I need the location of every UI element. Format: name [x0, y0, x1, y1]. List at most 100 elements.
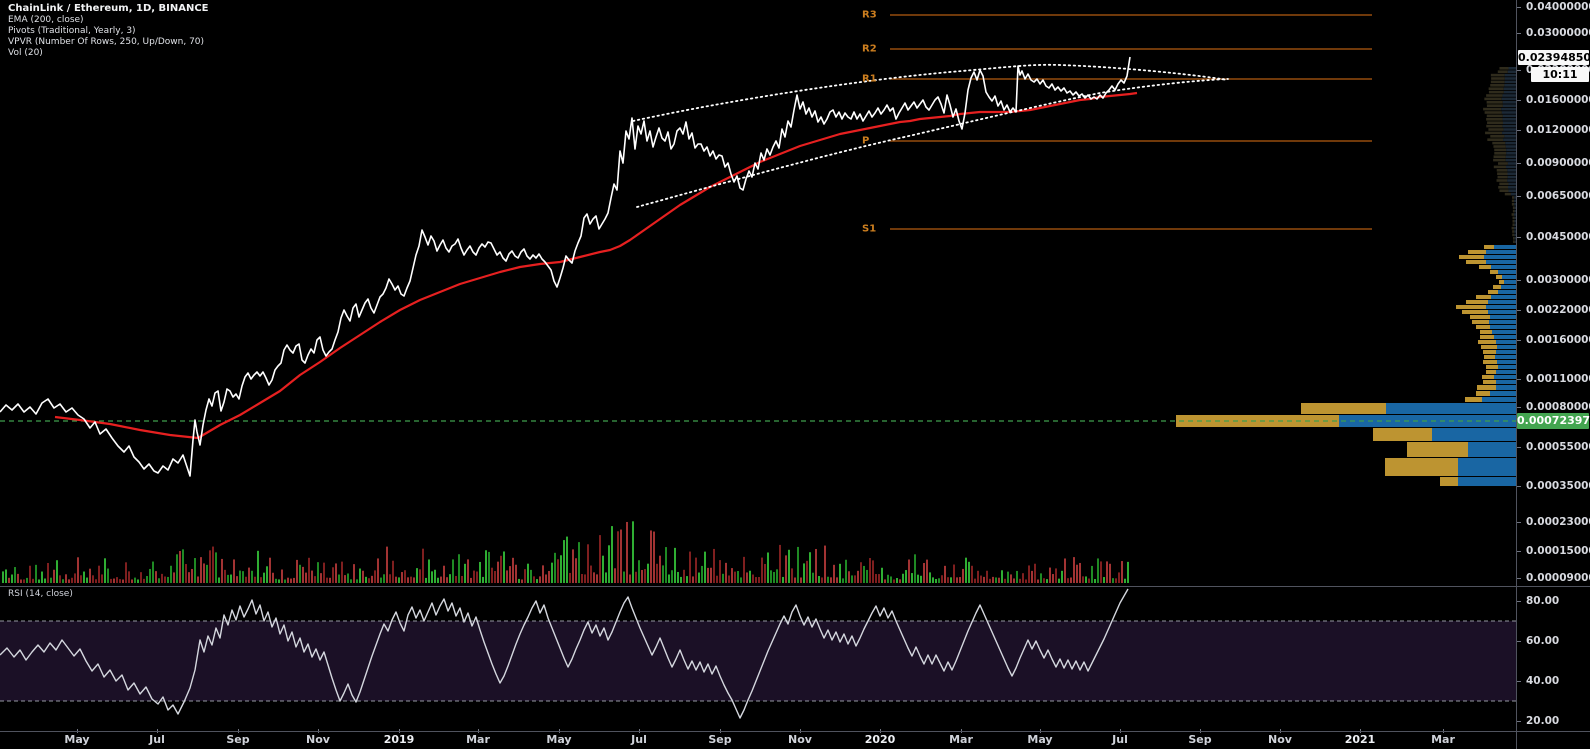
volume-bar-up [530, 569, 532, 583]
volume-bar-up [299, 564, 301, 583]
volume-bar-down [908, 559, 910, 583]
vpvr-row-down [1476, 391, 1490, 396]
volume-bar-down [710, 567, 712, 583]
volume-bar-down [977, 570, 979, 583]
volume-bar-up [38, 579, 40, 583]
volume-bar-down [974, 578, 976, 583]
volume-bar-up [671, 570, 673, 583]
vpvr-ghost-row [1512, 233, 1515, 237]
volume-bar-up [1016, 570, 1018, 583]
vpvr-row-up [1432, 428, 1516, 441]
time-year-label: 2021 [1344, 733, 1376, 746]
vpvr-row-down [1490, 270, 1498, 274]
volume-bar-down [1019, 578, 1021, 583]
indicator-volume[interactable]: Vol (20) [8, 48, 209, 58]
volume-bar-down [173, 572, 175, 583]
volume-bar-up [44, 578, 46, 583]
vpvr-ghost-row [1504, 135, 1516, 138]
vpvr-row-down [1440, 477, 1458, 486]
volume-bar-up [359, 568, 361, 583]
volume-bar-down [1088, 578, 1090, 583]
vpvr-row-up [1490, 325, 1516, 329]
volume-bar-up [458, 554, 460, 583]
volume-bar-down [1034, 563, 1036, 583]
symbol-title[interactable]: ChainLink / Ethereum, 1D, BINANCE [8, 3, 209, 14]
volume-bar-up [797, 546, 799, 583]
volume-bar-up [950, 577, 952, 583]
vpvr-ghost-row [1512, 223, 1515, 226]
volume-bar-up [920, 575, 922, 583]
volume-bar-up [383, 574, 385, 583]
vpvr-ghost-row [1506, 165, 1516, 169]
volume-bar-up [194, 558, 196, 583]
wedge-upper-trendline[interactable] [632, 63, 1229, 122]
volume-bar-up [428, 559, 430, 583]
vpvr-ghost-row [1485, 131, 1503, 135]
volume-bar-up [518, 578, 520, 583]
volume-bar-down [323, 562, 325, 583]
volume-bar-down [233, 559, 235, 583]
volume-bar-down [1055, 568, 1057, 583]
volume-bar-down [281, 569, 283, 583]
volume-bar-down [212, 546, 214, 583]
volume-bar-up [347, 573, 349, 583]
volume-bar-up [698, 572, 700, 583]
rsi-indicator-label[interactable]: RSI (14, close) [8, 589, 73, 599]
volume-bar-down [497, 561, 499, 583]
volume-bar-down [443, 565, 445, 583]
volume-bar-up [338, 574, 340, 583]
wedge-lower-trendline[interactable] [636, 78, 1229, 208]
volume-bar-up [503, 551, 505, 583]
vpvr-ghost-row [1499, 67, 1509, 70]
last-price-badge: 0.02394850 [1518, 50, 1590, 65]
rsi-pane[interactable] [0, 588, 1516, 731]
price-tick-label: 0.00300000 [1526, 274, 1590, 286]
volume-bar-up [1001, 570, 1003, 583]
indicator-pivots[interactable]: Pivots (Traditional, Yearly, 3) [8, 26, 209, 36]
volume-bar-up [1007, 571, 1009, 583]
volume-bar-up [485, 550, 487, 583]
volume-bar-down [848, 571, 850, 583]
volume-bar-up [938, 578, 940, 583]
price-tick-label: 0.01200000 [1526, 124, 1590, 136]
pane-separator[interactable] [0, 586, 1590, 587]
price-tick-label: 0.00650000 [1526, 190, 1590, 202]
time-month-label: Sep [1188, 733, 1212, 746]
vpvr-ghost-row [1501, 97, 1516, 101]
volume-bar-up [35, 564, 37, 583]
volume-bar-up [398, 577, 400, 583]
volume-bar-down [245, 576, 247, 583]
volume-bar-down [683, 569, 685, 583]
volume-bar-down [200, 557, 202, 583]
volume-bar-up [917, 574, 919, 583]
volume-bar-down [572, 549, 574, 583]
volume-bar-down [254, 576, 256, 583]
volume-bar-up [26, 577, 28, 583]
volume-bar-up [482, 576, 484, 583]
price-line[interactable] [0, 56, 1131, 477]
ema-line[interactable] [54, 91, 1138, 440]
volume-bar-down [533, 576, 535, 583]
main-chart-pane[interactable] [0, 0, 1516, 583]
volume-bar-down [8, 577, 10, 583]
volume-bar-up [704, 551, 706, 583]
volume-bar-up [803, 563, 805, 583]
volume-bar-up [464, 563, 466, 583]
volume-bar-down [1082, 576, 1084, 583]
vpvr-row-up [1498, 270, 1516, 274]
time-month-label: May [1027, 733, 1053, 746]
vpvr-ghost-row [1487, 138, 1504, 141]
vpvr-ghost-row [1490, 80, 1505, 84]
indicator-ema[interactable]: EMA (200, close) [8, 15, 209, 25]
price-tick-label: 0.03000000 [1526, 27, 1590, 39]
vpvr-ghost-row [1484, 111, 1502, 114]
volume-bar-up [632, 521, 634, 583]
volume-bar-down [545, 574, 547, 583]
volume-bar-up [416, 568, 418, 583]
indicator-vpvr[interactable]: VPVR (Number Of Rows, 250, Up/Down, 70) [8, 37, 209, 47]
volume-bar-down [494, 570, 496, 583]
volume-bar-up [905, 570, 907, 583]
volume-bar-up [623, 571, 625, 583]
volume-bar-up [356, 579, 358, 583]
volume-bar-down [713, 548, 715, 583]
